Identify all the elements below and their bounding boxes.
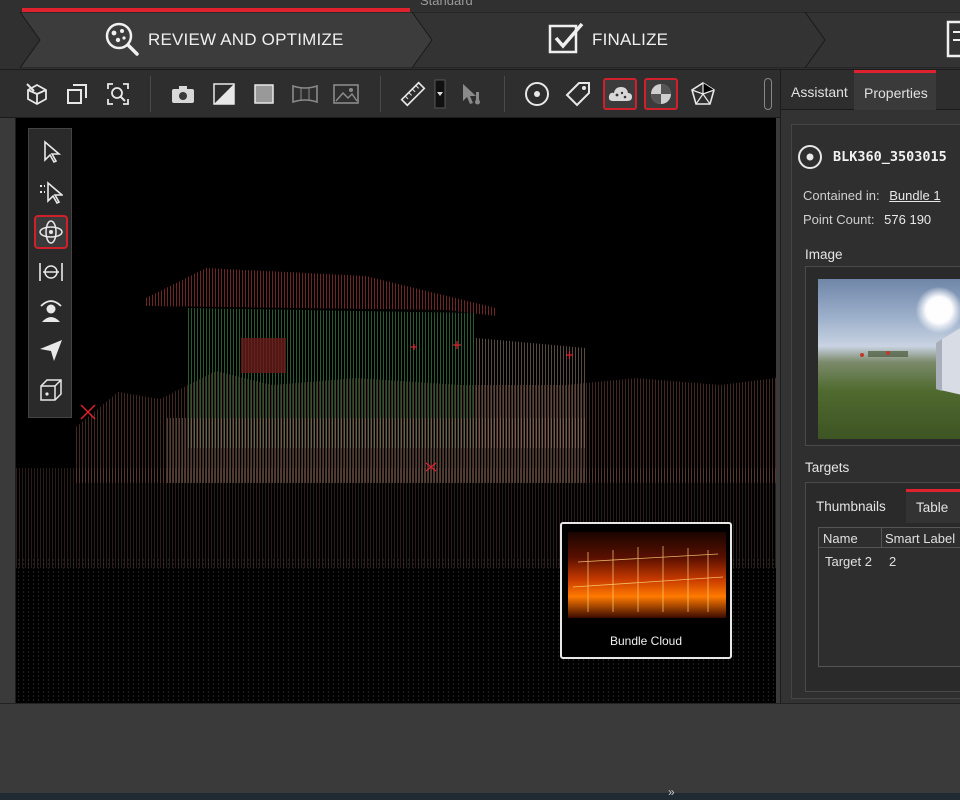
cell-smart-label: 2 [889, 554, 897, 569]
workflow-step-finalize[interactable]: FINALIZE [412, 12, 827, 68]
app-window: Standard REVIEW AND OPTIMIZE FINALIZE Bu… [0, 0, 960, 800]
navigation-tool-palette [28, 128, 72, 418]
image-section [805, 266, 960, 446]
column-header-smart-label[interactable]: Smart Label [885, 531, 955, 546]
right-panel: Assistant Properties BLK360_3503015 Cont… [780, 70, 960, 703]
point-count-value: 576 190 [884, 212, 932, 227]
tag-icon[interactable] [561, 78, 595, 110]
probe-pointer-icon[interactable] [454, 78, 488, 110]
workflow-step-report[interactable] [805, 12, 960, 68]
fly-icon[interactable] [34, 333, 68, 367]
workflow-title: Standard [420, 0, 473, 8]
report-icon [946, 20, 960, 58]
bundle-cloud-label: Bundle Cloud [609, 634, 683, 648]
dropdown-arrow-icon[interactable] [434, 78, 446, 110]
cell-target-name: Target 2 [825, 554, 872, 569]
measure-ruler-icon[interactable] [396, 78, 430, 110]
left-gutter [0, 118, 16, 703]
contained-in-label: Contained in: [803, 188, 880, 203]
scan-panorama-image[interactable] [818, 279, 960, 439]
right-panel-tabs: Assistant Properties [781, 70, 960, 110]
targets-table: Name Smart Label Target 2 2 [818, 527, 960, 667]
point-count-row: Point Count: 576 190 [803, 212, 931, 227]
column-header-name[interactable]: Name [823, 531, 858, 546]
taskbar-overflow-chevron[interactable]: » [668, 785, 675, 799]
tab-thumbnails[interactable]: Thumbnails [816, 489, 886, 523]
cloud-icon[interactable] [603, 78, 637, 110]
bundle-cloud-thumbnail [568, 532, 726, 618]
image-section-title: Image [805, 247, 843, 262]
workflow-step-finalize-label: FINALIZE [592, 30, 669, 49]
step-chevron-shape [805, 12, 960, 68]
toolbar-separator [380, 76, 381, 112]
tab-table[interactable]: Table [906, 489, 960, 523]
toolbar-separator [504, 76, 505, 112]
column-divider[interactable] [881, 528, 882, 548]
import-icon[interactable] [20, 78, 54, 110]
scan-target-icon [798, 145, 822, 169]
toolbar-scroll-handle[interactable] [764, 78, 772, 110]
system-taskbar: » [0, 785, 960, 800]
box-view-icon[interactable] [34, 373, 68, 407]
targets-table-header: Name Smart Label [819, 528, 960, 548]
review-optimize-icon [105, 22, 139, 56]
point-cloud-viewport[interactable]: Bundle Cloud [16, 118, 776, 703]
toolbar-separator [150, 76, 151, 112]
scan-target-markers [411, 341, 573, 359]
workflow-step-review-label: REVIEW AND OPTIMIZE [148, 30, 344, 49]
bottom-status-area [0, 703, 960, 793]
point-count-label: Point Count: [803, 212, 875, 227]
finalize-checkbox-icon [548, 22, 584, 54]
fit-window-icon[interactable] [60, 78, 94, 110]
camera-icon[interactable] [166, 78, 200, 110]
tab-properties[interactable]: Properties [854, 70, 936, 110]
scanner-position-marker [80, 404, 96, 420]
zoom-extents-icon[interactable] [101, 78, 135, 110]
panorama-icon[interactable] [288, 78, 322, 110]
main-toolbar [0, 70, 780, 118]
multi-select-arrow-icon[interactable] [34, 175, 68, 209]
select-arrow-icon[interactable] [34, 135, 68, 169]
shaded-sphere-icon[interactable] [644, 78, 678, 110]
mesh-icon[interactable] [686, 78, 720, 110]
contained-in-row: Contained in: Bundle 1 [803, 188, 941, 203]
object-header: BLK360_3503015 [797, 144, 947, 170]
targets-section-title: Targets [805, 460, 850, 475]
point-cloud-house [146, 268, 586, 483]
walk-icon[interactable] [34, 293, 68, 327]
square-icon[interactable] [247, 78, 281, 110]
contained-in-link[interactable]: Bundle 1 [889, 188, 940, 203]
target-circle-icon[interactable] [520, 78, 554, 110]
workflow-step-review[interactable]: REVIEW AND OPTIMIZE [20, 12, 435, 68]
targets-section: Thumbnails Table Name Smart Label Target… [805, 482, 960, 692]
object-name: BLK360_3503015 [833, 149, 947, 165]
image-icon[interactable] [329, 78, 363, 110]
contrast-icon[interactable] [207, 78, 241, 110]
workflow-bar: Standard REVIEW AND OPTIMIZE FINALIZE [0, 0, 960, 70]
tab-assistant[interactable]: Assistant [791, 70, 848, 110]
pan-icon[interactable] [34, 255, 68, 289]
bundle-cloud-minimap[interactable]: Bundle Cloud [560, 522, 732, 659]
orbit-icon[interactable] [34, 215, 68, 249]
